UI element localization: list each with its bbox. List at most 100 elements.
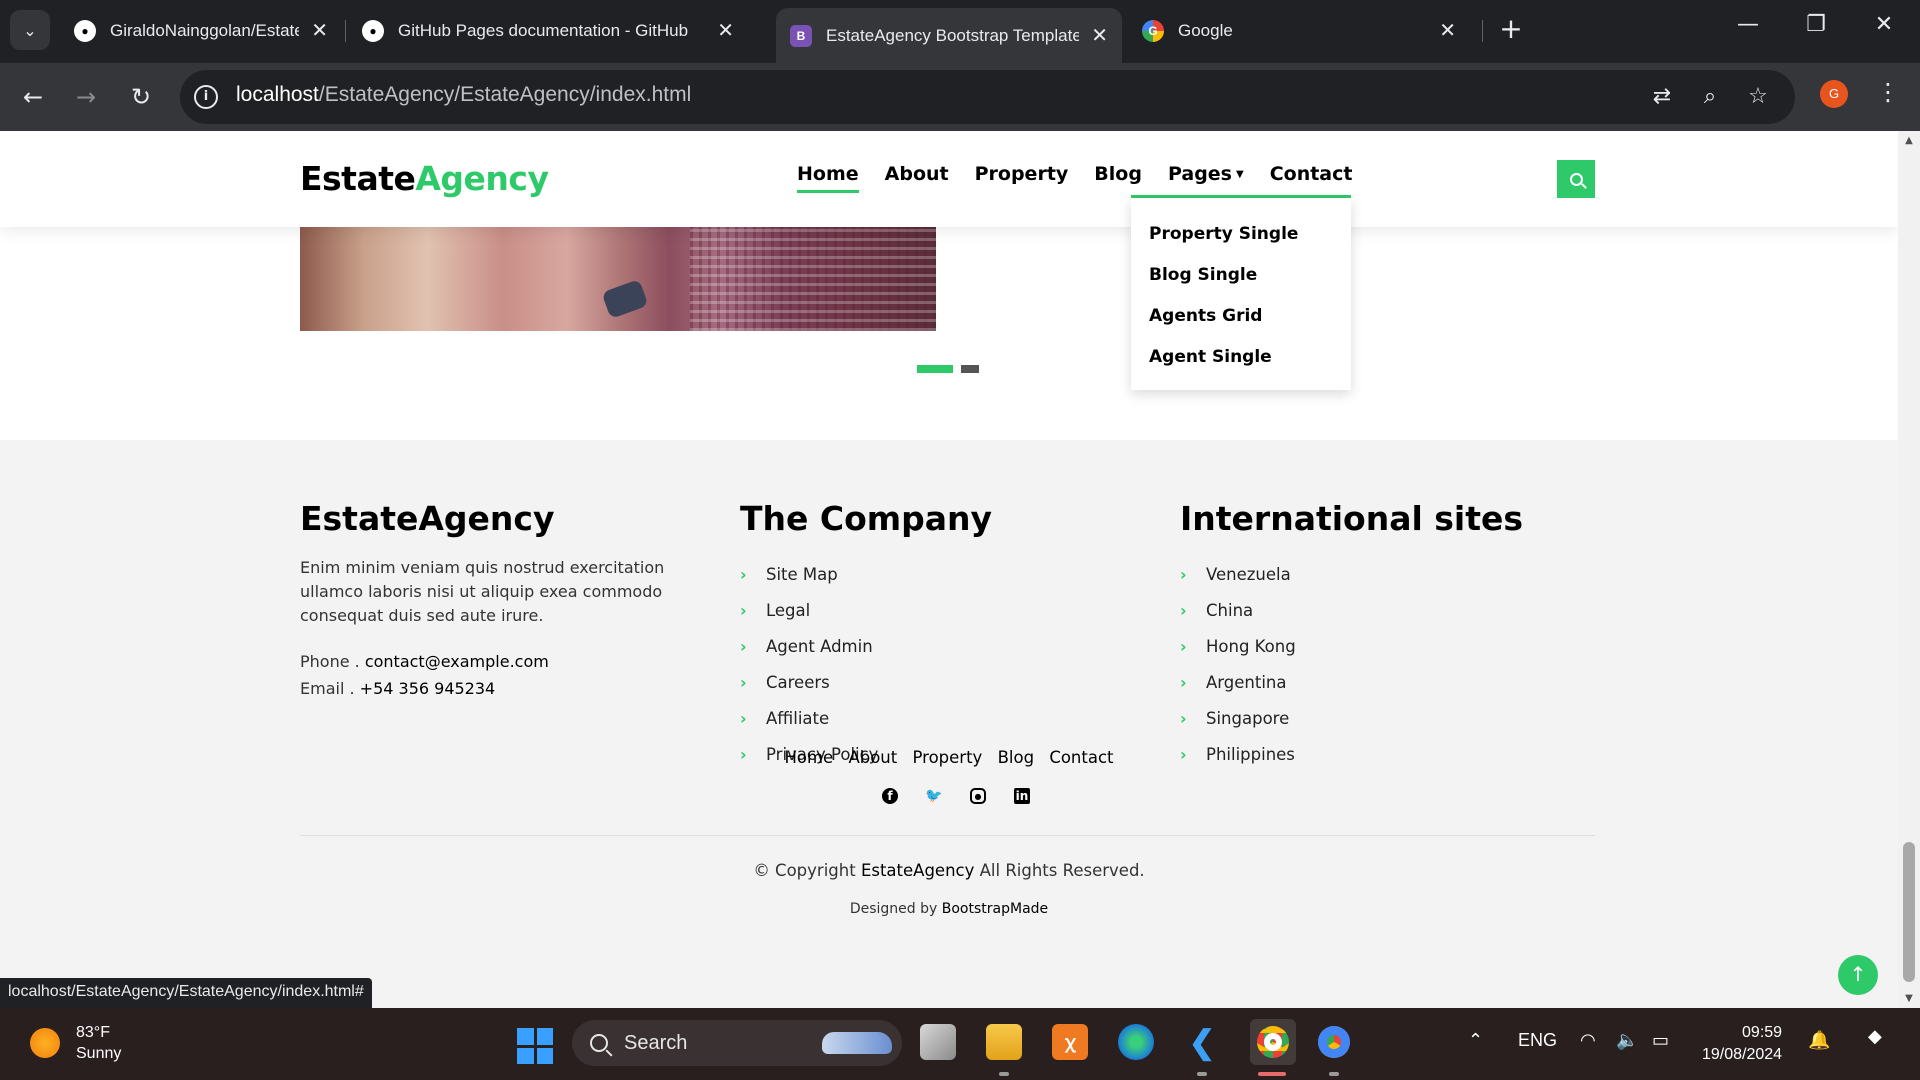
international-link[interactable]: › Hong Kong (1180, 628, 1523, 664)
facebook-icon[interactable]: f (882, 788, 898, 804)
tab-github-pages-docs[interactable]: ● GitHub Pages documentation - GitHub ✕ (348, 8, 748, 53)
xampp-icon[interactable]: ꭓ (1052, 1024, 1088, 1060)
github-icon: ● (362, 19, 384, 42)
linkedin-icon[interactable]: in (1014, 788, 1030, 804)
address-bar[interactable]: i localhost/EstateAgency/EstateAgency/in… (180, 70, 1795, 124)
dropdown-blog-single[interactable]: Blog Single (1131, 255, 1351, 296)
tray-overflow-chevron-icon[interactable]: ⌃ (1468, 1030, 1483, 1051)
close-icon[interactable]: ✕ (311, 18, 328, 43)
international-link[interactable]: › Singapore (1180, 700, 1523, 736)
chrome-active-icon[interactable] (1250, 1019, 1296, 1065)
bookmark-star-icon[interactable]: ☆ (1744, 83, 1772, 111)
taskbar-search[interactable]: Search (572, 1020, 902, 1066)
international-link[interactable]: › China (1180, 592, 1523, 628)
file-explorer-icon[interactable] (986, 1024, 1022, 1060)
footer-nav-property[interactable]: Property (913, 748, 983, 767)
scrollbar-thumb[interactable] (1903, 842, 1915, 982)
tab-search-chevron-icon[interactable]: ⌄ (10, 10, 50, 50)
nav-blog[interactable]: Blog (1094, 163, 1142, 193)
close-icon[interactable]: ✕ (717, 18, 734, 43)
designed-by-link[interactable]: BootstrapMade (942, 901, 1048, 917)
tab-separator (1482, 20, 1483, 42)
url-path: /EstateAgency/EstateAgency/index.html (318, 83, 692, 106)
dropdown-property-single[interactable]: Property Single (1131, 214, 1351, 255)
carousel-dot-active[interactable] (917, 365, 953, 373)
company-link[interactable]: › Agent Admin (740, 628, 992, 664)
international-link[interactable]: › Argentina (1180, 664, 1523, 700)
pages-dropdown-menu: Property Single Blog Single Agents Grid … (1131, 198, 1351, 390)
twitter-icon[interactable]: 🐦 (925, 788, 942, 804)
dropdown-agents-grid[interactable]: Agents Grid (1131, 296, 1351, 337)
translate-icon[interactable]: ⇄ (1648, 83, 1676, 111)
battery-icon[interactable]: ▭ (1652, 1030, 1669, 1051)
search-icon (1569, 172, 1583, 186)
weather-condition: Sunny (76, 1045, 122, 1062)
taskbar-search-label: Search (624, 1031, 688, 1054)
restore-icon[interactable]: ❐ (1796, 12, 1836, 37)
link-label: Singapore (1206, 708, 1290, 728)
volume-icon[interactable]: 🔈 (1616, 1030, 1638, 1051)
site-info-icon[interactable]: i (194, 85, 218, 109)
wifi-icon[interactable]: ◠ (1580, 1030, 1596, 1051)
company-link[interactable]: › Affiliate (740, 700, 992, 736)
tab-estateagency[interactable]: B EstateAgency Bootstrap Template ✕ (776, 8, 1122, 63)
nav-pages[interactable]: Pages ▼ (1168, 163, 1244, 193)
link-label: Hong Kong (1206, 636, 1296, 656)
vscode-icon[interactable]: ❮ (1184, 1024, 1220, 1060)
chrome-profile-icon[interactable] (1316, 1024, 1352, 1060)
tab-github-repo[interactable]: ● GiraldoNainggolan/EstateAgency ✕ (60, 8, 342, 53)
nav-about[interactable]: About (885, 163, 949, 193)
address-url[interactable]: localhost/EstateAgency/EstateAgency/inde… (236, 83, 691, 107)
footer-nav-home[interactable]: Home (784, 748, 833, 767)
scroll-down-arrow-icon[interactable]: ▼ (1903, 993, 1915, 1004)
footer-nav-contact[interactable]: Contact (1049, 748, 1113, 767)
footer-nav-about[interactable]: About (848, 748, 897, 767)
app-running-indicator (1197, 1072, 1207, 1076)
company-link[interactable]: › Careers (740, 664, 992, 700)
new-tab-plus-icon[interactable]: + (1496, 14, 1526, 44)
company-link[interactable]: › Site Map (740, 556, 992, 592)
windows-start-icon[interactable] (517, 1028, 553, 1064)
footer-about-text: Enim minim veniam quis nostrud exercitat… (300, 558, 665, 625)
link-label: Affiliate (766, 708, 830, 728)
site-search-button[interactable] (1557, 160, 1595, 198)
notifications-icon[interactable]: 🔔 (1808, 1030, 1830, 1051)
reload-icon[interactable]: ↻ (123, 79, 159, 115)
link-label: Agent Admin (766, 636, 873, 656)
carousel-dot[interactable] (961, 365, 979, 373)
dropdown-agent-single[interactable]: Agent Single (1131, 337, 1351, 378)
language-indicator[interactable]: ENG (1518, 1030, 1557, 1051)
caret-down-icon: ▼ (1236, 169, 1244, 180)
page-scrollbar[interactable]: ▲ ▼ (1898, 131, 1920, 1008)
back-to-top-button[interactable]: ↑ (1838, 955, 1878, 995)
nav-contact[interactable]: Contact (1270, 163, 1353, 193)
site-logo[interactable]: EstateAgency (300, 159, 549, 198)
forward-arrow-icon[interactable]: → (68, 79, 104, 115)
window-close-icon[interactable]: ✕ (1864, 12, 1904, 37)
close-icon[interactable]: ✕ (1439, 18, 1456, 43)
weather-widget[interactable]: 83°F Sunny (30, 1022, 121, 1064)
footer-nav-blog[interactable]: Blog (998, 748, 1034, 767)
profile-avatar[interactable]: G (1820, 80, 1848, 108)
edge-icon[interactable] (1118, 1024, 1154, 1060)
google-icon: G (1142, 19, 1164, 42)
browser-menu-icon[interactable]: ⋮ (1876, 78, 1900, 106)
scroll-up-arrow-icon[interactable]: ▲ (1903, 135, 1915, 146)
clock-date: 19/08/2024 (1702, 1046, 1783, 1063)
back-arrow-icon[interactable]: ← (15, 79, 51, 115)
tab-google[interactable]: G Google ✕ (1128, 8, 1470, 53)
international-link[interactable]: › Venezuela (1180, 556, 1523, 592)
company-link[interactable]: › Legal (740, 592, 992, 628)
minimize-icon[interactable]: — (1728, 12, 1768, 37)
instagram-icon[interactable]: ● (970, 788, 986, 804)
copilot-icon[interactable]: ◆ (1868, 1026, 1882, 1047)
footer-divider (300, 835, 1595, 836)
nav-property[interactable]: Property (975, 163, 1069, 193)
close-icon[interactable]: ✕ (1091, 23, 1108, 48)
zoom-icon[interactable]: ⌕ (1696, 83, 1724, 111)
taskbar-clock[interactable]: 09:59 19/08/2024 (1702, 1022, 1782, 1066)
international-links: › Venezuela › China › Hong Kong › Argentina … (1180, 556, 1523, 772)
nav-home[interactable]: Home (797, 163, 859, 193)
phone-value: contact@example.com (364, 652, 549, 671)
task-view-icon[interactable] (920, 1024, 956, 1060)
